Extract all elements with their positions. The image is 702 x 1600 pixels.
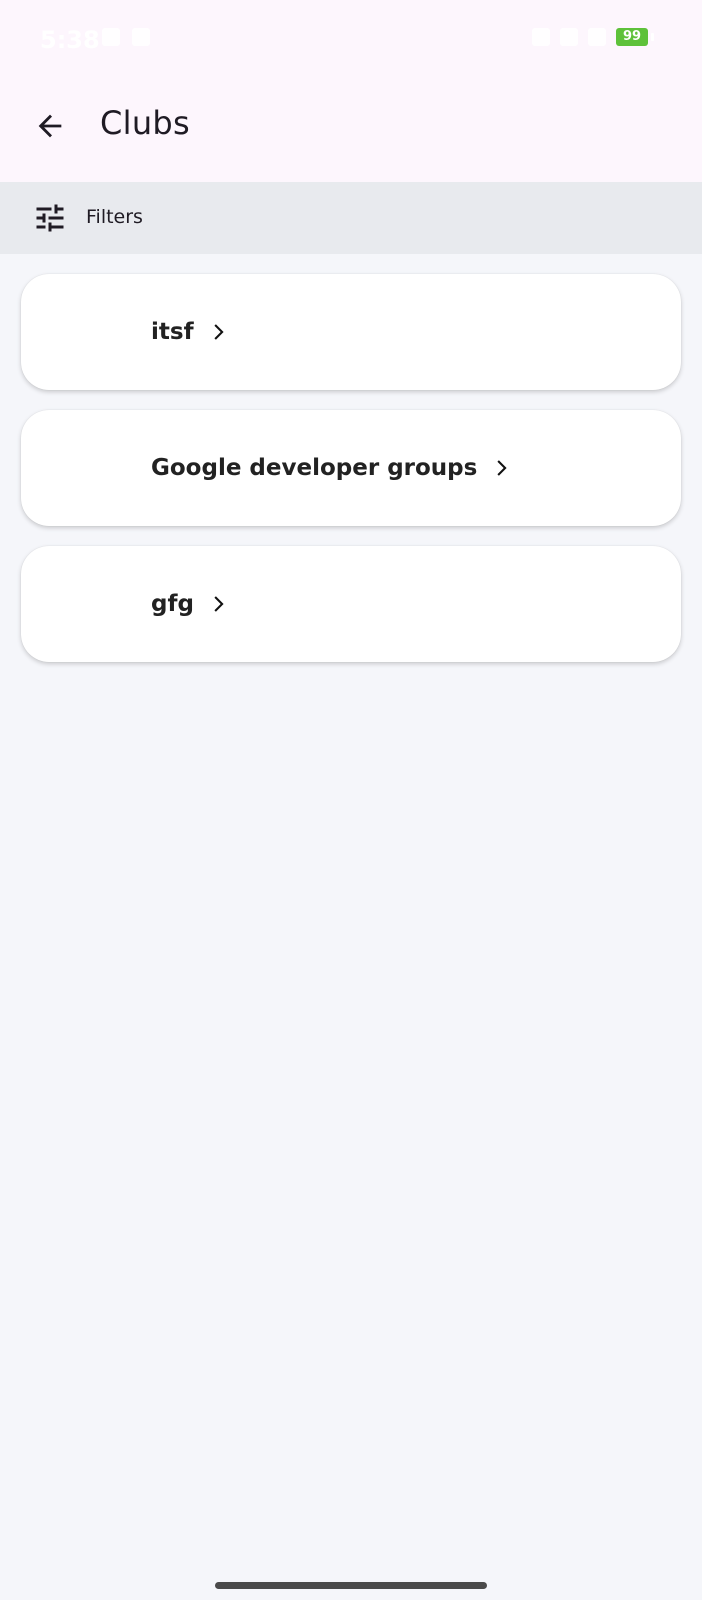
notification-icon	[102, 28, 120, 46]
filter-bar[interactable]: Filters	[0, 182, 702, 254]
arrow-back-icon	[38, 114, 62, 138]
app-bar: Clubs	[0, 80, 702, 182]
status-system-icons: 99	[532, 28, 654, 46]
notification-icon	[132, 28, 150, 46]
club-card-gfg[interactable]: gfg	[21, 546, 681, 662]
tune-icon	[36, 204, 64, 232]
gesture-nav-handle[interactable]	[215, 1582, 487, 1589]
club-name: gfg	[151, 591, 194, 617]
back-button[interactable]	[26, 102, 74, 150]
bluetooth-icon	[532, 28, 550, 46]
signal-icon	[588, 28, 606, 46]
phone-screen: 5:38 99 Clubs Filters itsf Google develo…	[0, 0, 702, 1600]
filter-label: Filters	[86, 206, 143, 228]
battery-icon: 99	[616, 28, 648, 46]
club-name: itsf	[151, 319, 194, 345]
club-card-google-developer-groups[interactable]: Google developer groups	[21, 410, 681, 526]
status-time: 5:38	[40, 26, 100, 54]
status-bar: 5:38 99	[0, 0, 702, 80]
club-name: Google developer groups	[151, 455, 478, 481]
status-notification-icons	[102, 28, 150, 46]
page-title: Clubs	[100, 104, 190, 142]
club-list: itsf Google developer groups gfg	[21, 274, 681, 682]
battery-tip	[651, 33, 654, 41]
chevron-right-icon	[497, 460, 507, 476]
wifi-icon	[560, 28, 578, 46]
club-card-itsf[interactable]: itsf	[21, 274, 681, 390]
chevron-right-icon	[213, 324, 224, 340]
chevron-right-icon	[214, 596, 224, 612]
